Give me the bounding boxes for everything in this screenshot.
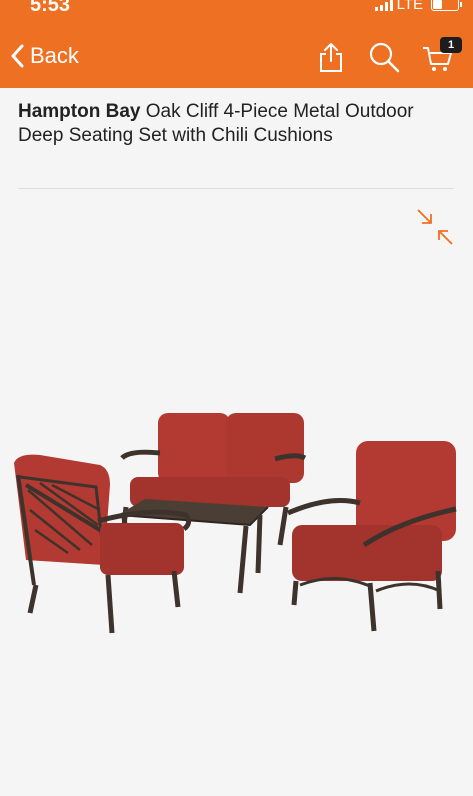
product-image	[14, 413, 457, 634]
product-brand: Hampton Bay	[18, 101, 141, 122]
signal-icon	[374, 0, 393, 11]
top-bar: 5:53 LTE Back 1	[0, 0, 473, 88]
status-indicators: LTE	[374, 0, 462, 13]
status-time: 5:53	[30, 0, 71, 16]
collapse-icon[interactable]	[414, 206, 456, 248]
right-chair	[287, 441, 457, 632]
network-label: LTE	[396, 0, 423, 13]
chevron-left-icon	[11, 44, 24, 68]
back-label: Back	[30, 43, 79, 68]
product-title: Hampton Bay Oak Cliff 4-Piece Metal Outd…	[18, 100, 458, 148]
share-icon[interactable]	[314, 40, 348, 74]
divider	[18, 188, 454, 189]
cart-count-badge: 1	[440, 37, 462, 53]
battery-icon	[431, 0, 462, 11]
search-icon[interactable]	[367, 40, 401, 74]
back-button[interactable]: Back	[10, 43, 79, 69]
